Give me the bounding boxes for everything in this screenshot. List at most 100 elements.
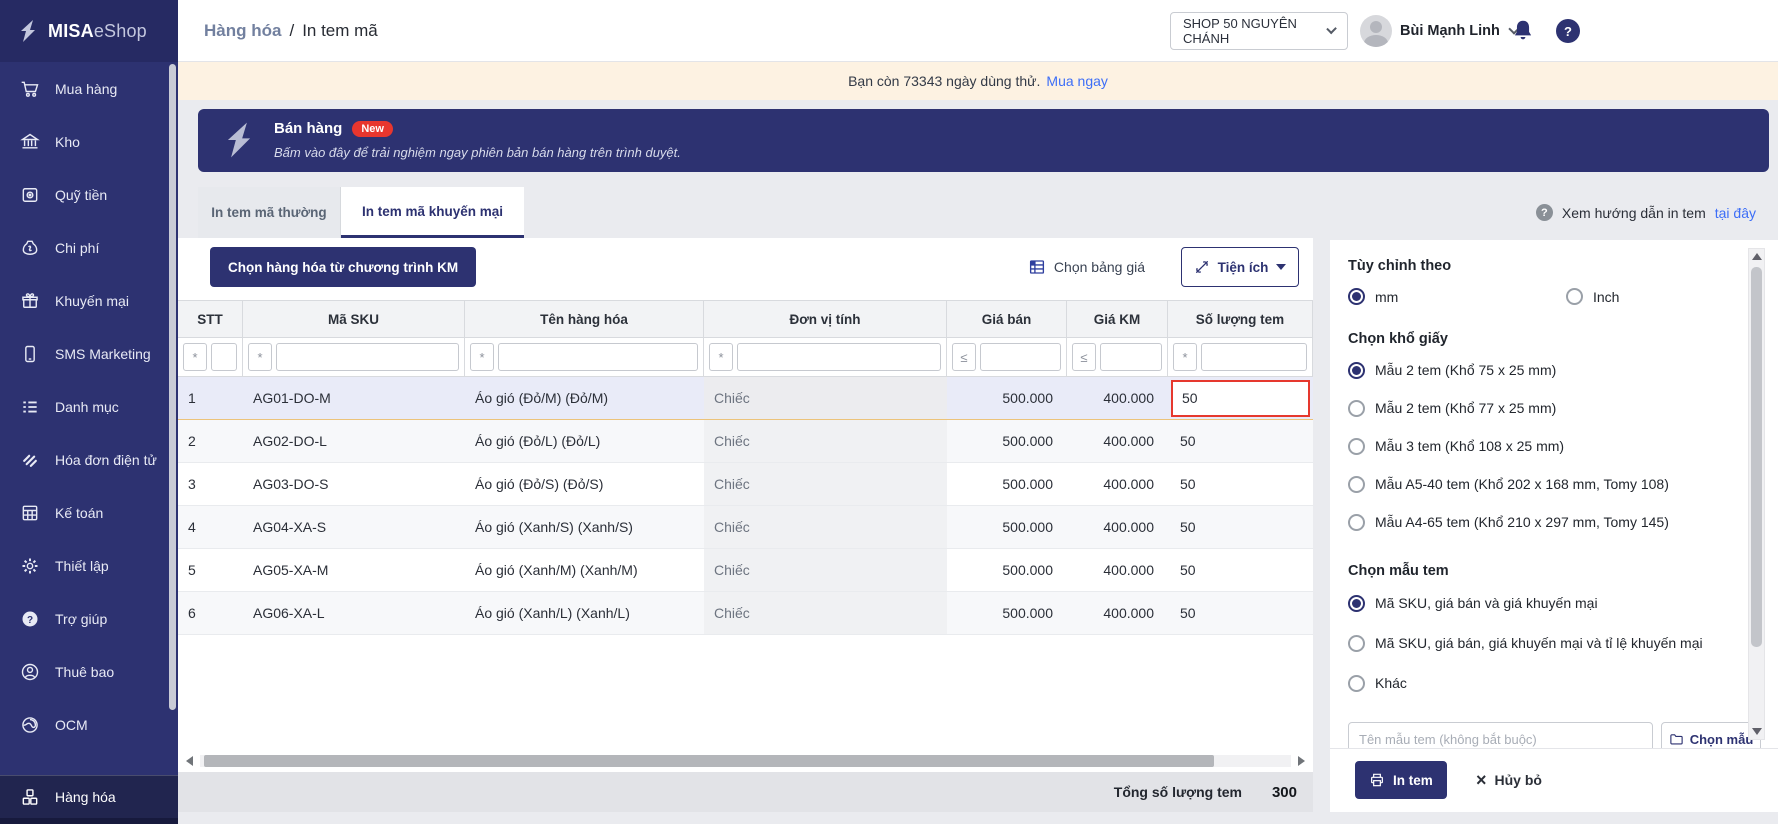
scrollbar-thumb[interactable] — [1751, 267, 1762, 647]
breadcrumb-parent[interactable]: Hàng hóa — [204, 21, 281, 41]
radio-template-sku-price-promo-rate[interactable]: Mã SKU, giá bán, giá khuyến mại và tỉ lệ… — [1348, 623, 1728, 663]
column-header-price[interactable]: Giá bán — [947, 301, 1067, 337]
sidebar-item-hang-hoa-active[interactable]: Hàng hóa — [0, 775, 178, 818]
radio-unit-mm[interactable]: mm — [1348, 288, 1566, 305]
sidebar-item-thiet-lap[interactable]: Thiết lập — [0, 539, 178, 592]
filter-name-input[interactable] — [498, 343, 698, 371]
scrollbar-thumb[interactable] — [204, 755, 1214, 767]
column-header-stt[interactable]: STT — [178, 301, 243, 337]
filter-operator-price[interactable]: ≤ — [952, 343, 976, 371]
radio-paper-108x25[interactable]: Mẫu 3 tem (Khổ 108 x 25 mm) — [1348, 427, 1728, 465]
filter-promo-input[interactable] — [1100, 343, 1162, 371]
label-table-card: Chọn hàng hóa từ chương trình KM Chọn bả… — [178, 238, 1313, 751]
action-footer: In tem × Hủy bỏ — [1330, 748, 1778, 812]
filter-price-input[interactable] — [980, 343, 1061, 371]
filter-operator-promo[interactable]: ≤ — [1072, 343, 1096, 371]
table-row[interactable]: 6 AG06-XA-L Áo gió (Xanh/L) (Xanh/L) Chi… — [178, 592, 1313, 635]
radio-template-sku-price-promo[interactable]: Mã SKU, giá bán và giá khuyến mại — [1348, 583, 1728, 623]
sidebar-item-chi-phi[interactable]: Chi phí — [0, 221, 178, 274]
user-menu[interactable]: Bùi Mạnh Linh — [1400, 0, 1518, 62]
scroll-up-icon[interactable] — [1752, 253, 1762, 260]
buy-now-link[interactable]: Mua ngay — [1046, 73, 1107, 89]
promo-banner[interactable]: Bán hàng New Bấm vào đây để trải nghiệm … — [198, 109, 1769, 172]
table-row[interactable]: 1 AG01-DO-M Áo gió (Đỏ/M) (Đỏ/M) Chiếc 5… — [178, 377, 1313, 420]
calculator-icon — [20, 503, 40, 523]
table-row[interactable]: 4 AG04-XA-S Áo gió (Xanh/S) (Xanh/S) Chi… — [178, 506, 1313, 549]
cell-qty[interactable]: 50 — [1168, 592, 1313, 634]
app-logo[interactable]: MISAeShop — [0, 0, 178, 62]
sidebar-scrollbar[interactable] — [169, 64, 176, 710]
sidebar-item-mua-hang[interactable]: Mua hàng — [0, 62, 178, 115]
utilities-button[interactable]: Tiện ích — [1181, 247, 1299, 287]
radio-paper-a4-65[interactable]: Mẫu A4-65 tem (Khổ 210 x 297 mm, Tomy 14… — [1348, 503, 1728, 541]
cell-sku: AG01-DO-M — [243, 377, 465, 419]
table-row[interactable]: 3 AG03-DO-S Áo gió (Đỏ/S) (Đỏ/S) Chiếc 5… — [178, 463, 1313, 506]
sidebar-item-danh-muc[interactable]: Danh mục — [0, 380, 178, 433]
help-icon[interactable]: ? — [1556, 19, 1580, 43]
sidebar-item-label: Thiết lập — [55, 558, 109, 574]
scroll-left-icon[interactable] — [186, 756, 193, 766]
scroll-down-icon[interactable] — [1752, 728, 1762, 735]
filter-stt-input[interactable] — [211, 343, 237, 371]
utilities-label: Tiện ích — [1218, 260, 1269, 275]
sidebar-item-ke-toan[interactable]: Kế toán — [0, 486, 178, 539]
tab-in-tem-ma-khuyen-mai[interactable]: In tem mã khuyến mại — [341, 187, 524, 238]
scrollbar-track[interactable] — [200, 755, 1291, 767]
filter-qty-input[interactable] — [1201, 343, 1307, 371]
radio-paper-75x25[interactable]: Mẫu 2 tem (Khổ 75 x 25 mm) — [1348, 351, 1728, 389]
sidebar-item-kho[interactable]: Kho — [0, 115, 178, 168]
sidebar-item-sms-marketing[interactable]: SMS Marketing — [0, 327, 178, 380]
cell-name: Áo gió (Đỏ/S) (Đỏ/S) — [465, 463, 704, 505]
table-row[interactable]: 5 AG05-XA-M Áo gió (Xanh/M) (Xanh/M) Chi… — [178, 549, 1313, 592]
column-header-sku[interactable]: Mã SKU — [243, 301, 465, 337]
radio-unit-inch[interactable]: Inch — [1566, 288, 1619, 305]
radio-paper-a5-40[interactable]: Mẫu A5-40 tem (Khổ 202 x 168 mm, Tomy 10… — [1348, 465, 1728, 503]
notification-bell-icon[interactable] — [1510, 18, 1536, 44]
cell-name: Áo gió (Đỏ/L) (Đỏ/L) — [465, 420, 704, 462]
tab-in-tem-ma-thuong[interactable]: In tem mã thường — [198, 187, 341, 238]
shop-selector[interactable]: SHOP 50 NGUYÊN CHÁNH — [1170, 12, 1348, 50]
sidebar-item-hoa-don-dien-tu[interactable]: Hóa đơn điện tử — [0, 433, 178, 486]
template-name-input[interactable] — [1348, 722, 1653, 748]
svg-text:?: ? — [27, 614, 33, 625]
column-header-name[interactable]: Tên hàng hóa — [465, 301, 704, 337]
select-price-list-button[interactable]: Chọn bảng giá — [1028, 258, 1145, 276]
sidebar-item-ocm[interactable]: OCM — [0, 698, 178, 751]
cancel-button[interactable]: × Hủy bỏ — [1468, 761, 1550, 799]
cell-price: 500.000 — [947, 549, 1067, 591]
column-header-unit[interactable]: Đơn vị tính — [704, 301, 947, 337]
table-row[interactable]: 2 AG02-DO-L Áo gió (Đỏ/L) (Đỏ/L) Chiếc 5… — [178, 420, 1313, 463]
sidebar-item-khuyen-mai[interactable]: Khuyến mại — [0, 274, 178, 327]
scroll-right-icon[interactable] — [1298, 756, 1305, 766]
filter-operator-sku[interactable]: * — [248, 343, 272, 371]
select-price-list-label: Chọn bảng giá — [1054, 259, 1145, 275]
avatar[interactable] — [1360, 15, 1392, 47]
sidebar-item-tro-giup[interactable]: ? Trợ giúp — [0, 592, 178, 645]
column-header-promo-price[interactable]: Giá KM — [1067, 301, 1168, 337]
sidebar-item-label: Khuyến mại — [55, 293, 129, 309]
filter-sku-input[interactable] — [276, 343, 459, 371]
radio-template-other[interactable]: Khác — [1348, 663, 1728, 703]
money-bag-icon — [20, 238, 40, 258]
filter-operator-unit[interactable]: * — [709, 343, 733, 371]
filter-operator-name[interactable]: * — [470, 343, 494, 371]
radio-paper-77x25[interactable]: Mẫu 2 tem (Khổ 77 x 25 mm) — [1348, 389, 1728, 427]
filter-operator-qty[interactable]: * — [1173, 343, 1197, 371]
sidebar-item-thue-bao[interactable]: Thuê bao — [0, 645, 178, 698]
cell-price: 500.000 — [947, 506, 1067, 548]
filter-unit-input[interactable] — [737, 343, 941, 371]
choose-template-button[interactable]: Chọn mẫu — [1661, 722, 1761, 748]
qty-input-editing[interactable] — [1171, 380, 1310, 417]
select-promo-items-button[interactable]: Chọn hàng hóa từ chương trình KM — [210, 247, 476, 287]
cell-qty[interactable]: 50 — [1168, 549, 1313, 591]
print-guide-link[interactable]: tại đây — [1715, 205, 1756, 221]
topbar: Hàng hóa / In tem mã SHOP 50 NGUYÊN CHÁN… — [178, 0, 1778, 62]
panel-scrollbar[interactable] — [1748, 248, 1765, 740]
column-header-qty[interactable]: Số lượng tem — [1168, 301, 1313, 337]
cell-qty[interactable]: 50 — [1168, 420, 1313, 462]
filter-operator-stt[interactable]: * — [183, 343, 207, 371]
cell-qty[interactable]: 50 — [1168, 463, 1313, 505]
cell-qty[interactable]: 50 — [1168, 506, 1313, 548]
sidebar-item-quy-tien[interactable]: Quỹ tiền — [0, 168, 178, 221]
print-labels-button[interactable]: In tem — [1355, 761, 1447, 799]
